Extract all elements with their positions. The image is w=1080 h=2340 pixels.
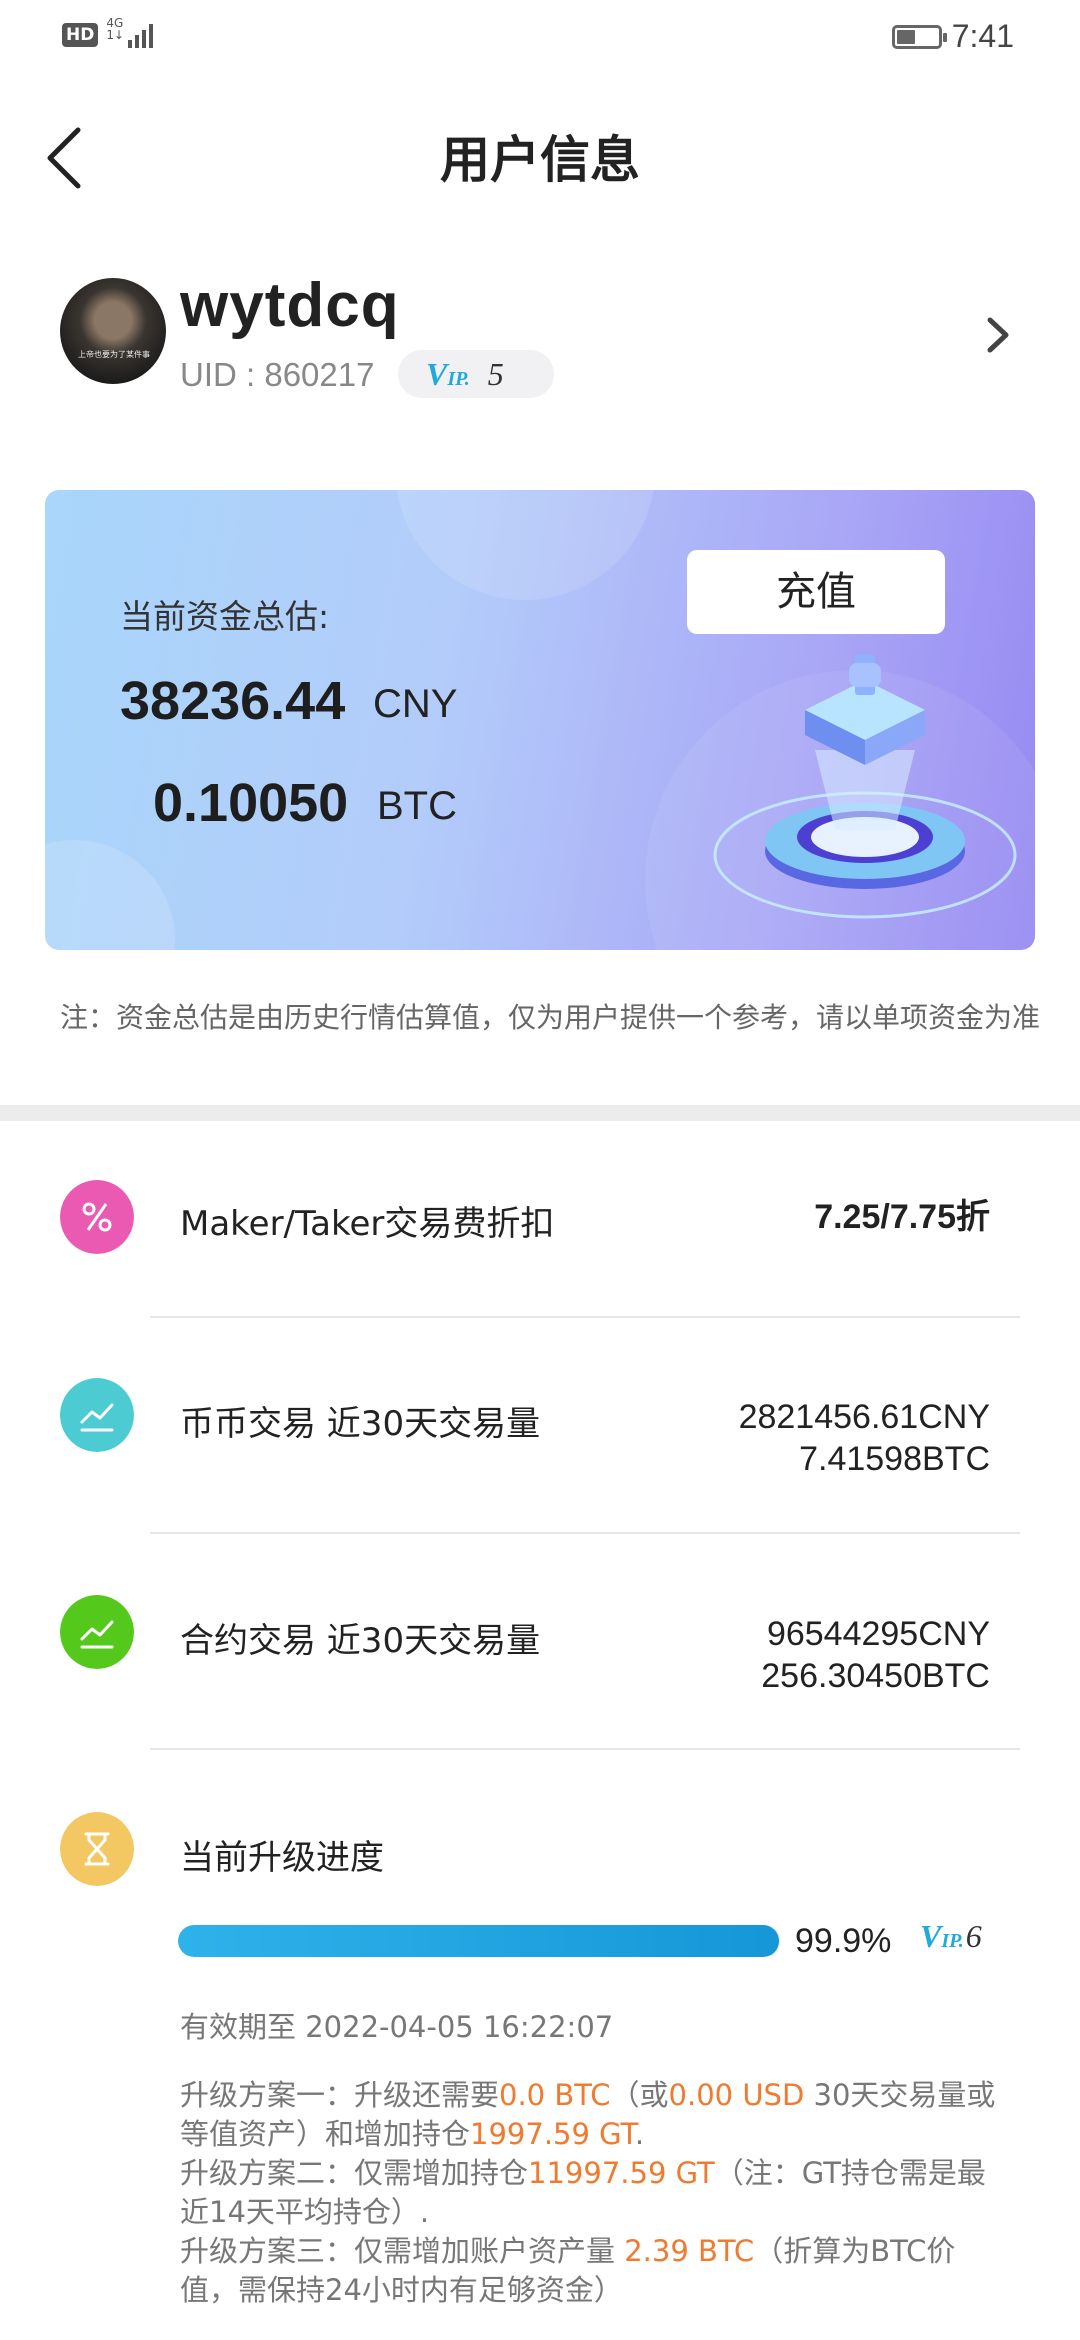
clock: 7:41 xyxy=(951,18,1014,54)
balance-card: 当前资金总估: 38236.44 CNY 0.10050 BTC 充值 xyxy=(45,490,1035,950)
bitcoin-platform-illustration xyxy=(713,655,1017,919)
plan1-btc-needed: 0.0 BTC xyxy=(499,2078,611,2112)
upgrade-label: 当前升级进度 xyxy=(180,1838,384,1878)
decor-circle xyxy=(395,490,655,600)
status-left: HD 4G 1↓ xyxy=(62,17,156,48)
cny-unit: CNY xyxy=(373,682,458,726)
validity-date: 有效期至 2022-04-05 16:22:07 xyxy=(180,2010,614,2044)
plan1-text-d: . xyxy=(634,2117,645,2151)
page-title: 用户信息 xyxy=(440,131,640,189)
next-vip-level: 6 xyxy=(965,1918,982,1954)
plan2-gt-needed: 11997.59 GT xyxy=(528,2156,715,2190)
row-divider xyxy=(150,1316,1020,1318)
chart-line-icon xyxy=(60,1595,134,1669)
btc-amount: 0.10050 xyxy=(153,773,349,833)
next-vip-logo-v: V xyxy=(920,1918,942,1954)
vip-logo-ip: IP. xyxy=(447,367,470,390)
fee-value-suffix: 折 xyxy=(956,1198,990,1236)
next-vip-badge: VIP.6 xyxy=(920,1918,982,1955)
vip-level: 5 xyxy=(487,355,504,392)
status-right: 7:41 xyxy=(891,18,1014,55)
btc-unit: BTC xyxy=(377,784,457,828)
avatar[interactable]: 上帝也要为了某件事 xyxy=(60,278,166,384)
battery-icon xyxy=(891,24,947,49)
row-divider xyxy=(150,1748,1020,1750)
plan1-text-b: （或 xyxy=(610,2078,669,2112)
fee-value-number: 7.25/7.75 xyxy=(814,1198,956,1236)
avatar-caption: 上帝也要为了某件事 xyxy=(78,350,150,359)
futures-value: 96544295CNY 256.30450BTC xyxy=(761,1613,990,1697)
spot-value-btc: 7.41598BTC xyxy=(799,1440,990,1478)
status-bar: HD 4G 1↓ 7:41 xyxy=(0,0,1080,76)
plan1-text-a: 升级方案一：升级还需要 xyxy=(180,2078,500,2112)
fee-value: 7.25/7.75折 xyxy=(814,1196,990,1238)
signal-icon xyxy=(128,22,156,48)
network-sub: 1↓ xyxy=(106,28,125,42)
futures-value-btc: 256.30450BTC xyxy=(761,1657,990,1695)
spot-volume-row[interactable]: 币币交易 近30天交易量 2821456.61CNY 7.41598BTC xyxy=(0,1378,1080,1478)
chevron-right-icon[interactable] xyxy=(980,310,1016,360)
recharge-button[interactable]: 充值 xyxy=(687,550,945,634)
cny-amount: 38236.44 xyxy=(120,671,346,731)
percent-icon xyxy=(60,1180,134,1254)
balance-label: 当前资金总估: xyxy=(120,597,330,636)
section-divider xyxy=(0,1105,1080,1121)
vip-logo: VIP. xyxy=(426,356,470,393)
upgrade-plan-1: 升级方案一：升级还需要0.0 BTC（或0.00 USD 30天交易量或等值资产… xyxy=(180,2076,1010,2154)
hourglass-icon xyxy=(60,1812,134,1886)
plan1-gt-needed: 1997.59 GT xyxy=(470,2117,635,2151)
network-type: 4G 1↓ xyxy=(106,17,124,41)
vip-badge: VIP. 5 xyxy=(398,350,554,398)
decor-circle xyxy=(45,840,175,950)
hd-badge: HD xyxy=(62,23,99,47)
username: wytdcq xyxy=(180,271,400,340)
futures-label: 合约交易 近30天交易量 xyxy=(180,1621,541,1661)
upgrade-progress-row: 当前升级进度 xyxy=(0,1812,1080,1892)
next-vip-logo: VIP. xyxy=(920,1918,964,1954)
plan2-text-a: 升级方案二：仅需增加持仓 xyxy=(180,2156,529,2190)
upgrade-progress-bar xyxy=(178,1925,780,1957)
next-vip-logo-ip: IP. xyxy=(941,1930,964,1952)
user-uid: UID : 860217 xyxy=(180,356,375,393)
upgrade-plan-2: 升级方案二：仅需增加持仓11997.59 GT（注：GT持仓需是最近14天平均持… xyxy=(180,2154,1010,2232)
futures-volume-row[interactable]: 合约交易 近30天交易量 96544295CNY 256.30450BTC xyxy=(0,1595,1080,1695)
balance-note: 注：资金总估是由历史行情估算值，仅为用户提供一个参考，请以单项资金为准 xyxy=(60,1001,1041,1034)
vip-logo-v: V xyxy=(426,355,448,392)
futures-value-cny: 96544295CNY xyxy=(766,1615,990,1653)
spot-label: 币币交易 近30天交易量 xyxy=(180,1404,541,1444)
row-divider xyxy=(150,1532,1020,1534)
trend-chart-icon xyxy=(60,1378,134,1452)
profile-card[interactable]: 上帝也要为了某件事 wytdcq UID : 860217 VIP. 5 xyxy=(0,270,1080,410)
spot-value: 2821456.61CNY 7.41598BTC xyxy=(739,1396,990,1480)
header: 用户信息 xyxy=(0,100,1080,200)
plan3-btc-needed: 2.39 BTC xyxy=(624,2234,755,2268)
plan3-text-a: 升级方案三：仅需增加账户资产量 xyxy=(180,2234,625,2268)
fee-label: Maker/Taker交易费折扣 xyxy=(180,1204,555,1244)
fee-discount-row[interactable]: Maker/Taker交易费折扣 7.25/7.75折 xyxy=(0,1180,1080,1260)
spot-value-cny: 2821456.61CNY xyxy=(738,1398,990,1436)
upgrade-progress-fill xyxy=(178,1925,780,1957)
upgrade-plans: 升级方案一：升级还需要0.0 BTC（或0.00 USD 30天交易量或等值资产… xyxy=(180,2076,1010,2310)
upgrade-plan-3: 升级方案三：仅需增加账户资产量 2.39 BTC（折算为BTC价值，需保持24小… xyxy=(180,2232,1010,2310)
upgrade-progress-percent: 99.9% xyxy=(795,1922,892,1960)
plan1-usd-needed: 0.00 USD xyxy=(668,2078,805,2112)
